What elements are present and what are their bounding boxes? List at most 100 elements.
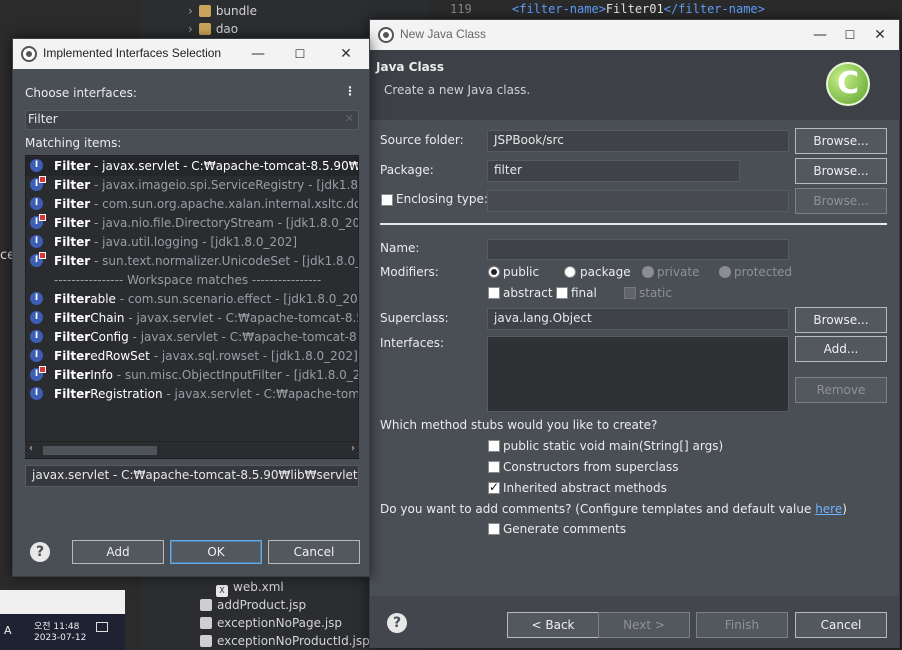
- generate-comments-label: Generate comments: [503, 522, 627, 536]
- xml-file-icon: X: [216, 585, 228, 597]
- list-item[interactable]: I Filter - com.sun.org.apache.xalan.inter…: [26, 195, 358, 214]
- tree-item-dao[interactable]: › dao: [188, 22, 238, 36]
- list-item[interactable]: I FilterInfo - sun.misc.ObjectInputFilter…: [26, 366, 358, 385]
- interface-icon: I: [30, 330, 43, 343]
- cancel-button[interactable]: Cancel: [268, 540, 360, 564]
- superclass-input[interactable]: java.lang.Object: [487, 308, 789, 330]
- taskbar-time: 오전 11:48: [34, 622, 80, 632]
- enclosing-type-input: [487, 190, 789, 212]
- modifier-abstract-label: abstract: [503, 286, 553, 300]
- cancel-button[interactable]: Cancel: [795, 612, 887, 638]
- browse-source-button[interactable]: Browse...: [795, 128, 887, 154]
- enclosing-type-checkbox[interactable]: [381, 194, 393, 206]
- name-input[interactable]: [487, 239, 789, 260]
- stub-inherited-checkbox[interactable]: [488, 480, 500, 494]
- help-icon[interactable]: ?: [30, 542, 50, 562]
- taskbar-date: 2023-07-12: [34, 633, 87, 643]
- file-icon: [200, 599, 212, 611]
- modifier-abstract-checkbox[interactable]: [488, 287, 500, 299]
- add-button[interactable]: Add: [72, 540, 164, 564]
- minimize-icon[interactable]: —: [247, 43, 269, 65]
- dialog-titlebar: Implemented Interfaces Selection — ☐ ✕: [13, 39, 369, 69]
- maximize-icon[interactable]: ☐: [839, 24, 861, 46]
- tree-item-web-xml[interactable]: Xweb.xml: [216, 580, 284, 597]
- method-stubs-label: Which method stubs would you like to cre…: [380, 418, 658, 432]
- interface-icon: I: [30, 197, 43, 210]
- scroll-left-icon[interactable]: ‹: [29, 443, 33, 454]
- modifier-package-label: package: [580, 265, 631, 279]
- list-item[interactable]: I FilteredRowSet - javax.sql.rowset - [jd…: [26, 347, 358, 366]
- modifier-final-checkbox[interactable]: [556, 287, 568, 299]
- notification-icon[interactable]: [96, 622, 108, 632]
- tree-item-exceptionnopage[interactable]: exceptionNoPage.jsp: [200, 616, 342, 630]
- dialog-titlebar: New Java Class — ☐ ✕: [370, 20, 899, 50]
- matching-items-list[interactable]: I Filter - javax.servlet - C:₩apache-tomc…: [25, 155, 359, 459]
- remove-interface-button: Remove: [795, 377, 887, 403]
- minimize-icon[interactable]: —: [809, 24, 831, 46]
- horizontal-scrollbar[interactable]: ‹ ›: [25, 441, 359, 457]
- next-button: Next >: [598, 612, 690, 638]
- stub-main-checkbox[interactable]: [488, 440, 500, 452]
- restricted-interface-icon: I: [30, 214, 46, 229]
- list-item[interactable]: I Filter - sun.text.normalizer.UnicodeSet…: [26, 252, 358, 271]
- modifier-private-radio: [642, 266, 654, 278]
- tree-item-addproduct[interactable]: addProduct.jsp: [200, 598, 306, 612]
- modifier-public-radio[interactable]: [488, 266, 500, 278]
- close-icon[interactable]: ✕: [335, 43, 357, 65]
- clear-icon[interactable]: ✕: [345, 112, 354, 125]
- generate-comments-checkbox[interactable]: [488, 523, 500, 535]
- list-item[interactable]: I FilterChain - javax.servlet - C:₩apache…: [26, 309, 358, 328]
- modifier-package-radio[interactable]: [564, 266, 576, 278]
- back-button[interactable]: < Back: [507, 612, 599, 638]
- modifier-protected-label: protected: [734, 265, 793, 279]
- browse-superclass-button[interactable]: Browse...: [795, 307, 887, 333]
- interface-icon: I: [30, 349, 43, 362]
- close-icon[interactable]: ✕: [869, 24, 891, 46]
- scrollbar-thumb[interactable]: [43, 446, 157, 455]
- add-interface-button[interactable]: Add...: [795, 336, 887, 362]
- wizard-title: Java Class: [376, 60, 444, 74]
- package-input[interactable]: filter: [487, 160, 740, 182]
- ime-indicator[interactable]: A: [4, 624, 12, 637]
- code-line: <filter-name>Filter01</filter-name>: [512, 2, 765, 16]
- help-icon[interactable]: ?: [387, 613, 407, 633]
- dialog-title: New Java Class: [400, 27, 487, 41]
- tree-item-bundle[interactable]: › bundle: [188, 4, 257, 18]
- chevron-right-icon: ›: [188, 22, 193, 36]
- source-folder-input[interactable]: JSPBook/src: [487, 130, 789, 152]
- restricted-interface-icon: I: [30, 252, 46, 267]
- list-item[interactable]: I Filter - javax.servlet - C:₩apache-tomc…: [26, 157, 358, 176]
- choose-interfaces-label: Choose interfaces:: [25, 86, 137, 100]
- finish-button: Finish: [696, 612, 788, 638]
- filter-input[interactable]: Filter ✕: [25, 110, 359, 130]
- browse-enclosing-button: Browse...: [795, 188, 887, 214]
- list-item[interactable]: I FilterConfig - javax.servlet - C:₩apach…: [26, 328, 358, 347]
- comments-question: Do you want to add comments? (Configure …: [380, 502, 847, 516]
- view-menu-icon[interactable]: ⋮: [344, 84, 356, 98]
- maximize-icon[interactable]: ☐: [289, 43, 311, 65]
- ok-button[interactable]: OK: [170, 540, 262, 564]
- taskbar: A 오전 11:48 2023-07-12: [0, 614, 125, 650]
- file-icon: [200, 635, 212, 647]
- interfaces-list[interactable]: [487, 336, 789, 412]
- browse-package-button[interactable]: Browse...: [795, 158, 887, 184]
- dialog-title: Implemented Interfaces Selection: [43, 46, 222, 60]
- stub-main-label: public static void main(String[] args): [503, 439, 724, 453]
- interface-icon: I: [30, 387, 43, 400]
- chevron-right-icon: ›: [188, 4, 193, 18]
- tree-item-exceptionnoproductid[interactable]: exceptionNoProductId.jsp: [200, 634, 370, 648]
- list-item[interactable]: I Filterable - com.sun.scenario.effect - …: [26, 290, 358, 309]
- list-item[interactable]: I Filter - javax.imageio.spi.ServiceRegis…: [26, 176, 358, 195]
- package-icon: [198, 23, 211, 35]
- interface-icon: I: [30, 292, 43, 305]
- list-item[interactable]: I Filter - java.util.logging - [jdk1.8.0_…: [26, 233, 358, 252]
- modifier-protected-radio: [719, 266, 731, 278]
- eclipse-icon: [378, 27, 394, 43]
- list-item[interactable]: I Filter - java.nio.file.DirectoryStream …: [26, 214, 358, 233]
- list-item[interactable]: I FilterRegistration - javax.servlet - C:…: [26, 385, 358, 404]
- scroll-right-icon[interactable]: ›: [351, 443, 355, 454]
- modifiers-label: Modifiers:: [380, 265, 439, 279]
- workspace-separator: ---------------- Workspace matches -----…: [54, 273, 322, 287]
- configure-templates-link[interactable]: here: [815, 502, 842, 516]
- stub-constructors-checkbox[interactable]: [488, 461, 500, 473]
